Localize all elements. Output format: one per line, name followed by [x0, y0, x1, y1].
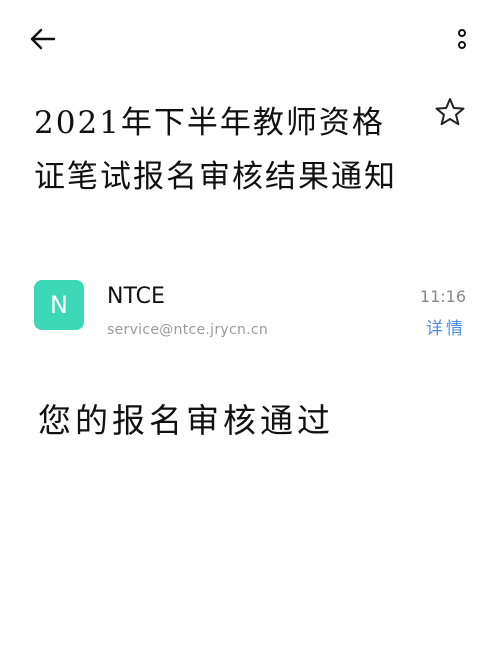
- star-icon[interactable]: [434, 96, 466, 128]
- email-subject: 2021年下半年教师资格证笔试报名审核结果通知: [34, 105, 397, 195]
- email-time: 11:16: [419, 287, 466, 306]
- sender-avatar[interactable]: N: [34, 280, 84, 330]
- sender-email: service@ntce.jrycn.cn: [107, 322, 269, 338]
- back-arrow-icon[interactable]: [28, 26, 58, 52]
- sender-name: NTCE: [107, 284, 165, 309]
- email-body: 您的报名审核通过: [38, 401, 334, 440]
- details-link[interactable]: 详情: [426, 314, 466, 339]
- more-options-icon[interactable]: [452, 26, 472, 54]
